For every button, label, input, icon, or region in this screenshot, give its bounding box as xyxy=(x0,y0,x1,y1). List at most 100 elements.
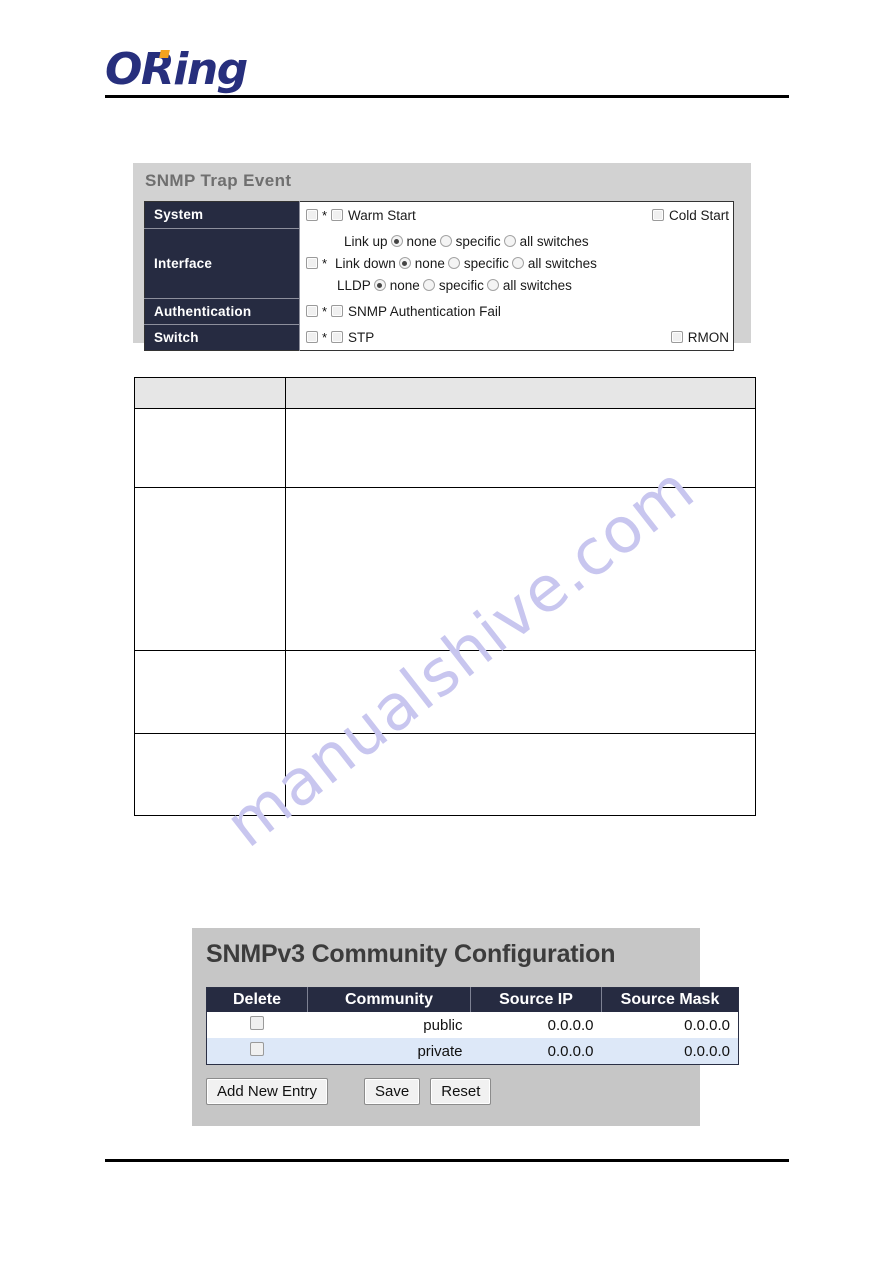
lldp-radio-none[interactable] xyxy=(373,279,386,291)
snmp-auth-fail-label: SNMP Authentication Fail xyxy=(348,303,501,319)
brand-name-text: ORing xyxy=(105,44,248,95)
link-down-label: Link down xyxy=(335,255,396,271)
link-down-all-switches-label: all switches xyxy=(527,255,597,271)
delete-checkbox[interactable] xyxy=(250,1016,265,1030)
column-header-source-ip: Source IP xyxy=(470,987,602,1012)
snmpv3-title: SNMPv3 Community Configuration xyxy=(206,940,616,968)
page-header: ORing xyxy=(0,0,893,110)
description-table xyxy=(134,377,756,816)
trap-category-system: System xyxy=(144,201,300,229)
lldp-none-label: none xyxy=(389,277,420,293)
desc-cell-label xyxy=(134,733,286,816)
lldp-all-switches-label: all switches xyxy=(502,277,572,293)
snmpv3-community-table: Delete Community Source IP Source Mask p… xyxy=(206,987,739,1065)
link-up-none-label: none xyxy=(406,233,437,249)
link-up-radio-all-switches[interactable] xyxy=(503,235,516,247)
table-row: Interface Link up none specific all swit… xyxy=(144,228,734,299)
add-new-entry-button[interactable]: Add New Entry xyxy=(206,1078,329,1105)
table-row: Switch * STP RMON xyxy=(144,324,734,351)
cold-start-label: Cold Start xyxy=(668,207,729,223)
table-row: private 0.0.0.0 0.0.0.0 xyxy=(206,1038,739,1065)
desc-header-cell-label xyxy=(134,377,286,409)
authentication-master-checkbox[interactable] xyxy=(306,305,318,317)
reset-button[interactable]: Reset xyxy=(430,1078,492,1105)
save-button[interactable]: Save xyxy=(364,1078,421,1105)
system-asterisk: * xyxy=(321,207,328,223)
link-up-radio-none[interactable] xyxy=(390,235,403,247)
link-up-label: Link up xyxy=(344,233,388,249)
rmon-label: RMON xyxy=(687,329,729,345)
desc-cell-label xyxy=(134,650,286,734)
footer-divider xyxy=(105,1159,789,1162)
desc-cell-description xyxy=(285,733,756,816)
row-source-ip-cell: 0.0.0.0 xyxy=(470,1038,602,1065)
desc-cell-description xyxy=(285,408,756,488)
row-community-cell: private xyxy=(307,1038,471,1065)
row-community-cell: public xyxy=(307,1012,471,1038)
trap-row-interface-body: Link up none specific all switches * Lin… xyxy=(299,228,734,298)
authentication-asterisk: * xyxy=(321,303,328,319)
snmp-trap-event-table: System * Warm Start Cold Start Interface xyxy=(144,201,734,351)
cold-start-checkbox[interactable] xyxy=(651,209,664,221)
column-header-source-mask: Source Mask xyxy=(601,987,739,1012)
snmpv3-button-bar: Add New Entry Save Reset xyxy=(206,1078,492,1105)
table-row xyxy=(134,408,756,488)
oring-logo: ORing xyxy=(105,48,248,92)
link-down-none-label: none xyxy=(414,255,445,271)
warm-start-checkbox[interactable] xyxy=(331,209,343,221)
table-header-row xyxy=(134,377,756,409)
table-row: Authentication * SNMP Authentication Fai… xyxy=(144,298,734,325)
table-row xyxy=(134,733,756,816)
trap-row-switch-body: * STP RMON xyxy=(299,324,734,351)
row-delete-cell xyxy=(206,1012,308,1038)
row-source-ip-cell: 0.0.0.0 xyxy=(470,1012,602,1038)
row-source-mask-cell: 0.0.0.0 xyxy=(601,1038,739,1065)
lldp-label: LLDP xyxy=(337,277,371,293)
trap-row-system-body: * Warm Start Cold Start xyxy=(299,201,734,228)
delete-checkbox[interactable] xyxy=(250,1042,265,1056)
lldp-specific-label: specific xyxy=(438,277,484,293)
interface-asterisk: * xyxy=(321,255,328,271)
table-row: public 0.0.0.0 0.0.0.0 xyxy=(206,1012,739,1038)
link-up-radio-specific[interactable] xyxy=(439,235,452,247)
warm-start-label: Warm Start xyxy=(348,207,416,223)
header-divider xyxy=(105,95,789,98)
desc-cell-label xyxy=(134,487,286,651)
trap-category-authentication: Authentication xyxy=(144,298,300,325)
table-header-row: Delete Community Source IP Source Mask xyxy=(206,987,739,1012)
column-header-community: Community xyxy=(307,987,471,1012)
lldp-radio-specific[interactable] xyxy=(422,279,435,291)
snmp-trap-event-title: SNMP Trap Event xyxy=(145,171,292,190)
snmp-auth-fail-checkbox[interactable] xyxy=(331,305,343,317)
desc-header-cell-description xyxy=(285,377,756,409)
link-down-radio-specific[interactable] xyxy=(447,257,460,269)
row-delete-cell xyxy=(206,1038,308,1065)
switch-master-checkbox[interactable] xyxy=(306,331,318,343)
table-row xyxy=(134,650,756,734)
lldp-line: LLDP none specific all switches xyxy=(306,274,733,296)
link-down-radio-none[interactable] xyxy=(398,257,411,269)
link-down-specific-label: specific xyxy=(463,255,509,271)
snmp-trap-event-panel: SNMP Trap Event System * Warm Start Cold… xyxy=(133,163,751,351)
trap-category-switch: Switch xyxy=(144,324,300,351)
desc-cell-description xyxy=(285,487,756,651)
logo-orange-dot-icon xyxy=(159,50,170,58)
rmon-checkbox[interactable] xyxy=(670,331,683,343)
interface-master-checkbox[interactable] xyxy=(306,257,318,269)
lldp-radio-all-switches[interactable] xyxy=(486,279,499,291)
table-row xyxy=(134,487,756,651)
stp-label: STP xyxy=(348,329,375,345)
switch-asterisk: * xyxy=(321,329,328,345)
system-master-checkbox[interactable] xyxy=(306,209,318,221)
table-row: System * Warm Start Cold Start xyxy=(144,201,734,229)
link-down-radio-all-switches[interactable] xyxy=(511,257,524,269)
trap-category-interface: Interface xyxy=(144,228,300,299)
trap-row-authentication-body: * SNMP Authentication Fail xyxy=(299,298,734,324)
link-up-specific-label: specific xyxy=(455,233,501,249)
row-source-mask-cell: 0.0.0.0 xyxy=(601,1012,739,1038)
stp-checkbox[interactable] xyxy=(331,331,343,343)
snmpv3-community-configuration-panel: SNMPv3 Community Configuration Delete Co… xyxy=(192,928,739,1126)
link-up-all-switches-label: all switches xyxy=(519,233,589,249)
desc-cell-description xyxy=(285,650,756,734)
desc-cell-label xyxy=(134,408,286,488)
